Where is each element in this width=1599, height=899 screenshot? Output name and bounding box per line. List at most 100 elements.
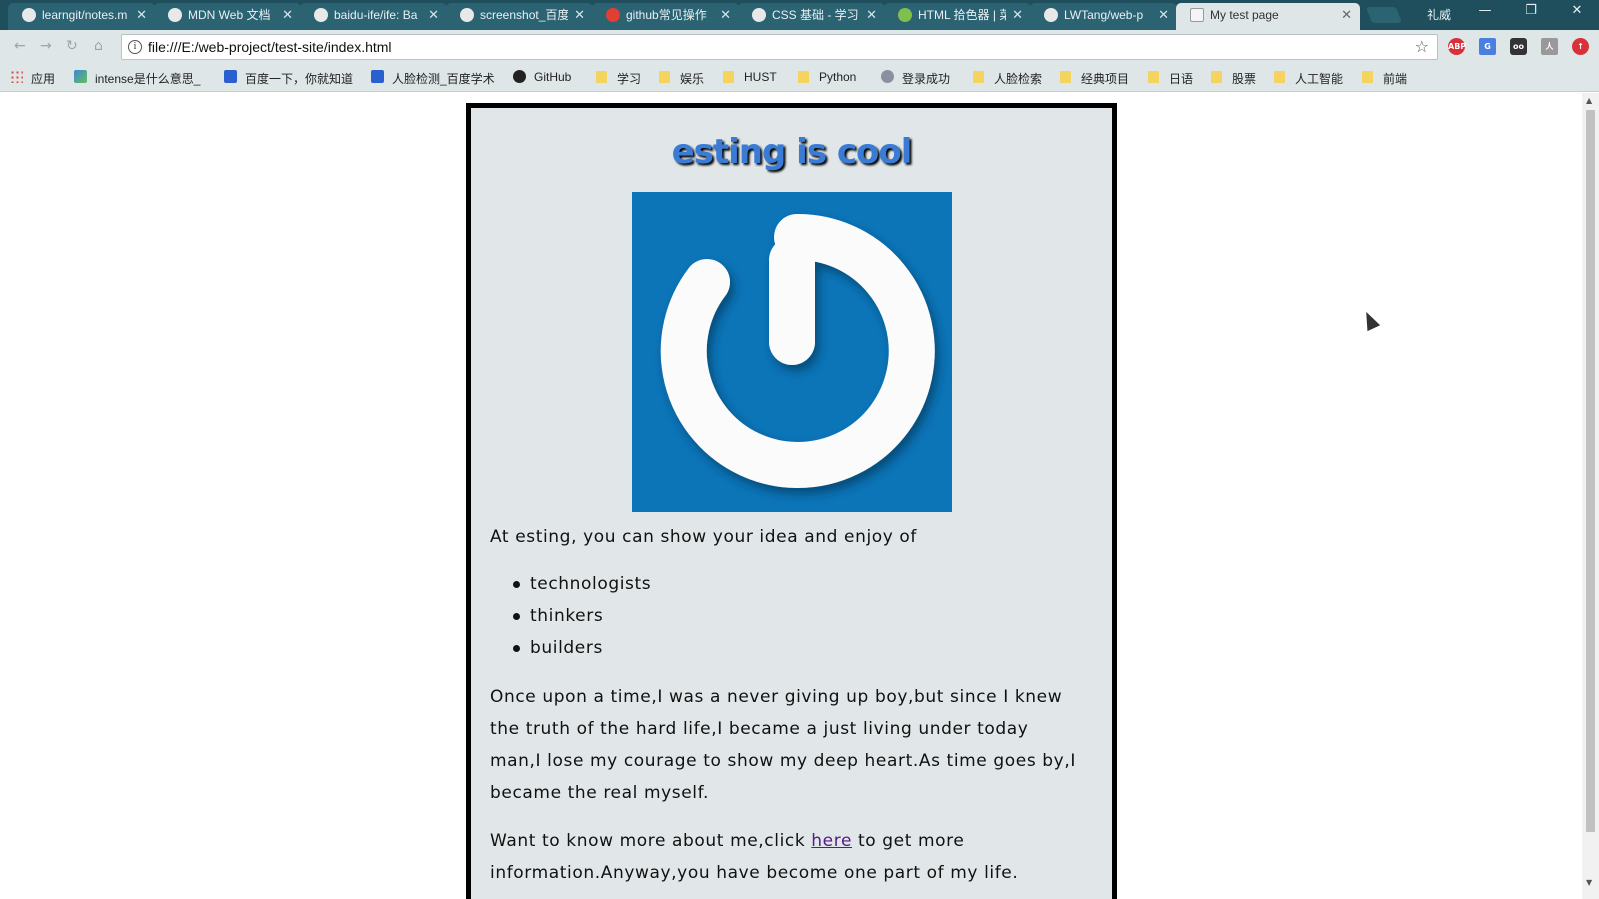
close-icon[interactable]: ✕ [428,3,439,27]
folder-icon [1060,71,1071,83]
folder-icon [1148,71,1159,83]
tab-lwtang[interactable]: LWTang/web-p ✕ [1030,3,1177,30]
folder-icon [973,71,984,83]
folder-icon [659,71,670,83]
csdn-icon [606,8,620,22]
more-text: Want to know more about me,click [490,831,812,851]
here-link[interactable]: here [811,831,852,851]
page-icon [1190,8,1204,22]
reload-icon[interactable]: ↻ [66,38,78,54]
bookmark-folder-stocks[interactable]: 股票 [1211,70,1256,87]
bookmarks-bar: 应用 intense是什么意思_ 百度一下，你就知道 人脸检测_百度学术 Git… [0,64,1599,92]
github-icon [1044,8,1058,22]
baidu-icon [460,8,474,22]
mdn-icon [168,8,182,22]
adblock-icon[interactable]: ABP [1448,38,1466,55]
bookmark-github[interactable]: GitHub [513,70,571,84]
minimize-icon[interactable]: — [1470,3,1500,18]
content-card: esting is cool At esting, you can show y… [466,103,1117,899]
logo-image [632,192,952,512]
tab-strip: learngit/notes.m ✕ MDN Web 文档 ✕ baidu-if… [0,0,1599,30]
close-icon[interactable]: ✕ [1012,3,1023,27]
page-title: esting is cool [671,132,913,172]
close-icon[interactable]: ✕ [136,3,147,27]
vertical-scrollbar[interactable]: ▲ ▼ [1582,93,1599,899]
close-icon[interactable]: ✕ [282,3,293,27]
home-icon[interactable]: ⌂ [94,38,103,54]
intro-paragraph: At esting, you can show your idea and en… [490,527,918,547]
window-close-icon[interactable]: ✕ [1562,3,1592,18]
bookmark-baidu[interactable]: 百度一下，你就知道 [224,70,353,87]
translate-icon[interactable]: G [1479,38,1496,55]
tab-mdn[interactable]: MDN Web 文档 ✕ [154,3,301,30]
restore-icon[interactable]: ❐ [1516,3,1546,18]
runoob-icon [898,8,912,22]
list-item: thinkers [510,600,651,632]
address-bar[interactable]: i file:///E:/web-project/test-site/index… [121,34,1438,60]
github-icon [513,70,526,83]
scroll-up-icon[interactable]: ▲ [1586,96,1592,105]
list-item: builders [510,632,651,664]
bookmark-folder-face[interactable]: 人脸检索 [973,70,1042,87]
bookmark-apps[interactable]: 应用 [10,70,55,87]
bookmark-folder-ai[interactable]: 人工智能 [1274,70,1343,87]
tab-label: baidu-ife/ife: Ba [334,8,418,22]
bookmark-baidu-xueshu[interactable]: 人脸检测_百度学术 [371,70,495,87]
info-icon[interactable]: i [128,40,142,54]
bookmark-folder-fun[interactable]: 娱乐 [659,70,704,87]
github-icon [314,8,328,22]
tab-css-basics[interactable]: CSS 基础 - 学习 ✕ [738,3,885,30]
baidu-icon [224,70,237,83]
tab-label: CSS 基础 - 学习 [772,8,859,22]
bookmark-intense[interactable]: intense是什么意思_ [74,70,200,87]
page-viewport: esting is cool At esting, you can show y… [0,93,1582,899]
tab-label: github常见操作 [626,8,707,22]
apps-icon [10,70,23,83]
address-url[interactable]: file:///E:/web-project/test-site/index.h… [148,39,392,55]
upload-icon[interactable]: ↑ [1572,38,1589,55]
bookmark-folder-study[interactable]: 学习 [596,70,641,87]
tab-my-test-page[interactable]: My test page ✕ [1176,3,1360,30]
close-icon[interactable]: ✕ [866,3,877,27]
bookmark-folder-japanese[interactable]: 日语 [1148,70,1193,87]
close-icon[interactable]: ✕ [720,3,731,27]
baidu-icon [371,70,384,83]
glasses-icon[interactable]: oo [1510,38,1527,55]
github-icon [22,8,36,22]
mdn-icon [752,8,766,22]
tab-github-ops[interactable]: github常见操作 ✕ [592,3,739,30]
back-icon[interactable]: ← [14,38,26,54]
bookmark-folder-projects[interactable]: 经典项目 [1060,70,1129,87]
bookmark-folder-hust[interactable]: HUST [723,70,777,84]
profile-name[interactable]: 礼威 [1427,6,1451,23]
browser-toolbar: ← → ↻ ⌂ i file:///E:/web-project/test-si… [0,30,1599,64]
story-paragraph: Once upon a time,I was a never giving up… [490,687,1076,803]
pdf-icon[interactable]: 人 [1541,38,1558,55]
folder-icon [723,71,734,83]
globe-icon [881,70,894,83]
close-icon[interactable]: ✕ [574,3,585,27]
close-icon[interactable]: ✕ [1158,3,1169,27]
folder-icon [596,71,607,83]
more-paragraph: Want to know more about me,click here to… [490,825,1050,889]
list-item: technologists [510,568,651,600]
scroll-down-icon[interactable]: ▼ [1586,878,1592,887]
skills-list: technologists thinkers builders [510,568,651,664]
new-tab-button[interactable] [1366,7,1402,23]
close-icon[interactable]: ✕ [1341,3,1352,27]
folder-icon [1211,71,1222,83]
forward-icon[interactable]: → [40,38,52,54]
tab-label: screenshot_百度 [480,8,568,22]
bookmark-login[interactable]: 登录成功 [881,70,950,87]
tab-learngit[interactable]: learngit/notes.m ✕ [8,3,155,30]
bookmark-folder-frontend[interactable]: 前端 [1362,70,1407,87]
bookmark-star-icon[interactable]: ☆ [1415,37,1429,56]
tab-color-picker[interactable]: HTML 拾色器 | 菜 ✕ [884,3,1031,30]
scrollbar-thumb[interactable] [1586,110,1595,832]
bookmark-folder-python[interactable]: Python [798,70,856,84]
tab-label: My test page [1210,8,1279,22]
tab-baidu-ife[interactable]: baidu-ife/ife: Ba ✕ [300,3,447,30]
tab-label: LWTang/web-p [1064,8,1144,22]
folder-icon [1274,71,1285,83]
tab-screenshot[interactable]: screenshot_百度 ✕ [446,3,593,30]
